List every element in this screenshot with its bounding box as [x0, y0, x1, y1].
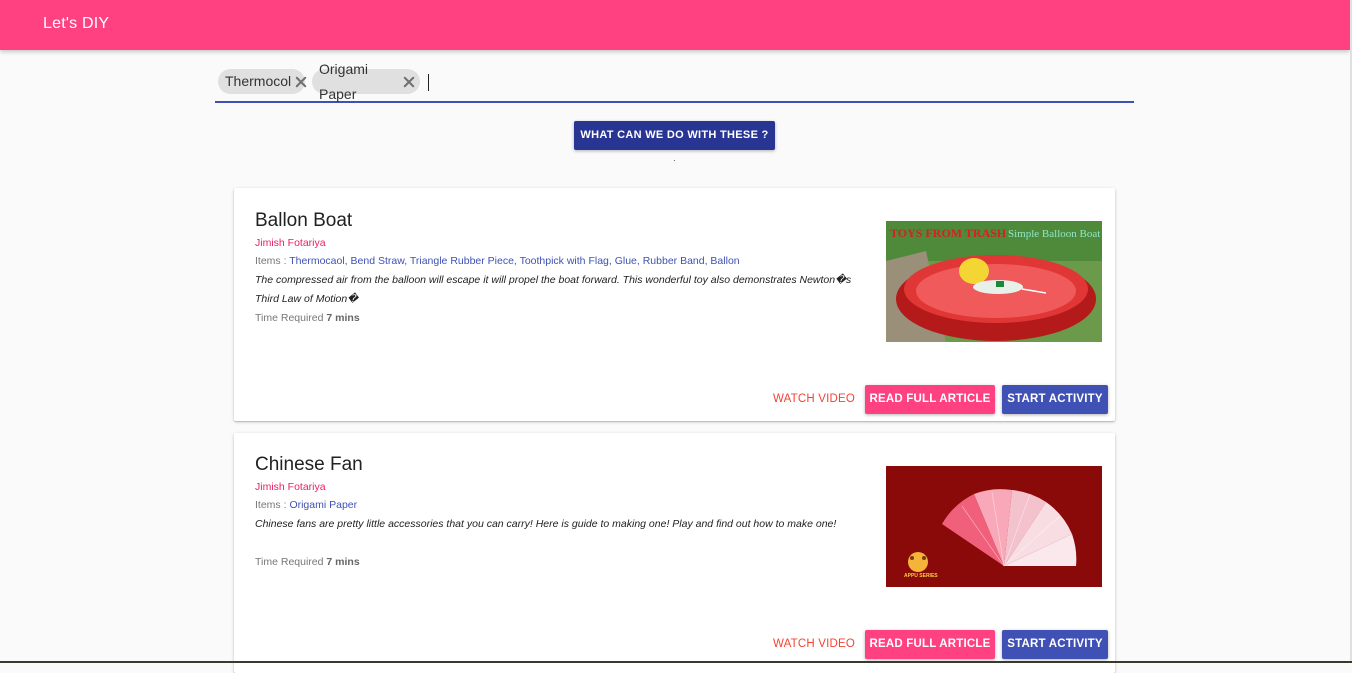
time-value: 7 mins — [326, 312, 360, 324]
card-title: Chinese Fan — [255, 454, 363, 475]
ingredient-chip-input[interactable]: Thermocol Origami Paper — [215, 61, 1134, 103]
close-icon[interactable] — [293, 74, 300, 90]
card-description: The compressed air from the balloon will… — [255, 274, 852, 305]
divider-dot — [674, 160, 675, 161]
chip-thermocol: Thermocol — [218, 69, 305, 94]
items-label: Items : — [255, 499, 290, 511]
watch-video-button[interactable]: WATCH VIDEO — [770, 630, 858, 659]
close-icon[interactable] — [401, 74, 415, 90]
start-activity-button[interactable]: START ACTIVITY — [1002, 630, 1108, 659]
card-thumbnail[interactable]: TOYS FROM TRASH Simple Balloon Boat — [886, 221, 1102, 342]
thumb-text-left: TOYS FROM TRASH — [890, 226, 1007, 240]
card-thumbnail[interactable]: APPU SERIES — [886, 466, 1102, 587]
watch-video-button[interactable]: WATCH VIDEO — [770, 385, 858, 414]
start-activity-button[interactable]: START ACTIVITY — [1002, 385, 1108, 414]
chip-label: Thermocol — [225, 73, 292, 89]
time-label: Time Required — [255, 312, 327, 324]
thumb-text-right: Simple Balloon Boat — [1008, 228, 1100, 240]
time-value: 7 mins — [326, 556, 360, 568]
items-label: Items : — [255, 255, 290, 267]
card-time: Time Required 7 mins — [255, 312, 360, 324]
chip-origami-paper: Origami Paper — [312, 61, 420, 102]
thumb-badge: APPU SERIES — [904, 573, 938, 579]
card-items: Items : Origami Paper — [255, 499, 357, 511]
text-caret — [428, 74, 429, 91]
card-author[interactable]: Jimish Fotariya — [255, 237, 326, 249]
card-author[interactable]: Jimish Fotariya — [255, 481, 326, 493]
items-list: Origami Paper — [289, 499, 358, 511]
chip-label: Origami Paper — [319, 60, 369, 102]
activity-card: Ballon Boat Jimish Fotariya Items : Ther… — [234, 188, 1115, 421]
find-activities-button[interactable]: WHAT CAN WE DO WITH THESE ? — [574, 121, 775, 150]
items-list: Thermocaol, Bend Straw, Triangle Rubber … — [289, 255, 740, 267]
time-label: Time Required — [255, 556, 327, 568]
balloon-boat-image: TOYS FROM TRASH Simple Balloon Boat — [886, 221, 1102, 342]
read-full-article-button[interactable]: READ FULL ARTICLE — [865, 630, 995, 659]
activity-card: Chinese Fan Jimish Fotariya Items : Orig… — [234, 433, 1115, 673]
card-title: Ballon Boat — [255, 210, 353, 231]
app-bar: Let's DIY — [0, 0, 1350, 50]
card-description: Chinese fans are pretty little accessori… — [255, 518, 837, 530]
card-items: Items : Thermocaol, Bend Straw, Triangle… — [255, 255, 740, 267]
app-title[interactable]: Let's DIY — [43, 15, 109, 33]
card-time: Time Required 7 mins — [255, 556, 360, 568]
chinese-fan-image: APPU SERIES — [886, 466, 1102, 587]
read-full-article-button[interactable]: READ FULL ARTICLE — [865, 385, 995, 414]
